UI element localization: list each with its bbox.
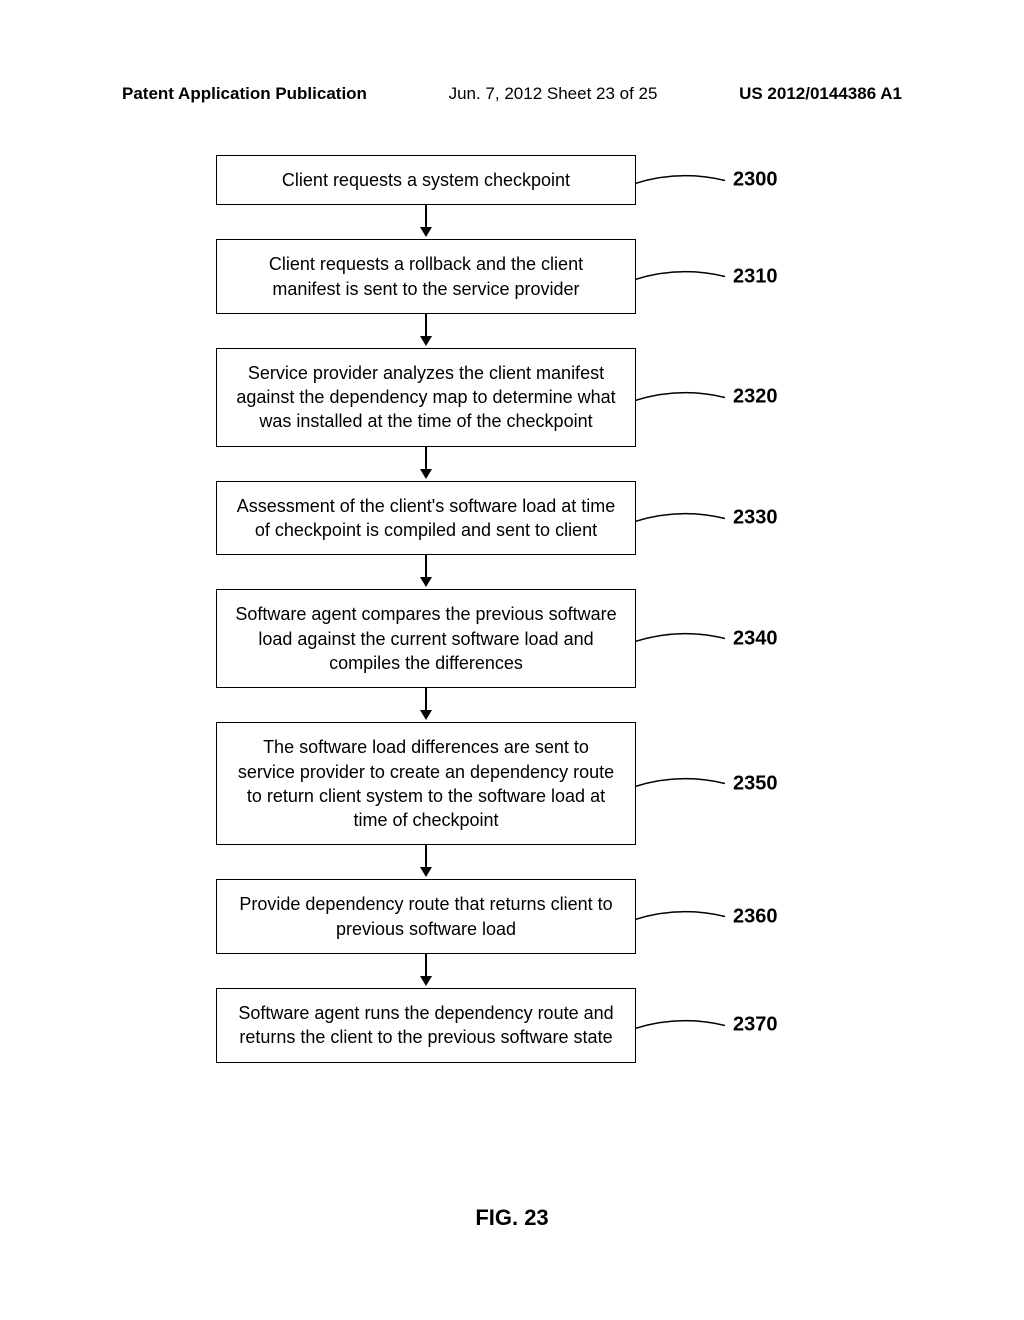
flow-step-2330: Assessment of the client's software load… [216, 481, 636, 556]
flow-step-2300: Client requests a system checkpoint 2300 [216, 155, 636, 205]
ref-leader-2370: 2370 [635, 1012, 778, 1039]
header-date-sheet: Jun. 7, 2012 Sheet 23 of 25 [449, 84, 658, 104]
ref-leader-2340: 2340 [635, 625, 778, 652]
flow-step-2340: Software agent compares the previous sof… [216, 589, 636, 688]
flow-step-text: Software agent compares the previous sof… [235, 604, 616, 673]
arrow-down-icon [420, 688, 432, 722]
flow-step-text: Client requests a system checkpoint [282, 170, 570, 190]
flow-step-2310: Client requests a rollback and the clien… [216, 239, 636, 314]
ref-number: 2300 [733, 167, 778, 194]
flow-step-text: Provide dependency route that returns cl… [239, 894, 612, 938]
flow-step-2360: Provide dependency route that returns cl… [216, 879, 636, 954]
leader-line-icon [635, 777, 725, 791]
ref-number: 2360 [733, 903, 778, 930]
arrow-down-icon [420, 447, 432, 481]
ref-number: 2370 [733, 1012, 778, 1039]
flow-step-text: Assessment of the client's software load… [237, 496, 616, 540]
flow-step-2320: Service provider analyzes the client man… [216, 348, 636, 447]
ref-leader-2350: 2350 [635, 770, 778, 797]
header-publication: Patent Application Publication [122, 84, 367, 104]
flow-step-2370: Software agent runs the dependency route… [216, 988, 636, 1063]
flow-step-text: Service provider analyzes the client man… [236, 363, 615, 432]
ref-number: 2330 [733, 505, 778, 532]
ref-number: 2350 [733, 770, 778, 797]
flow-step-text: The software load differences are sent t… [238, 737, 614, 830]
flow-step-text: Client requests a rollback and the clien… [269, 254, 583, 298]
leader-line-icon [635, 910, 725, 924]
flow-step-2350: The software load differences are sent t… [216, 722, 636, 845]
ref-leader-2360: 2360 [635, 903, 778, 930]
leader-line-icon [635, 632, 725, 646]
ref-leader-2300: 2300 [635, 167, 778, 194]
leader-line-icon [635, 511, 725, 525]
figure-label: FIG. 23 [0, 1205, 1024, 1231]
ref-leader-2310: 2310 [635, 263, 778, 290]
arrow-down-icon [420, 314, 432, 348]
arrow-down-icon [420, 845, 432, 879]
arrow-down-icon [420, 954, 432, 988]
leader-line-icon [635, 1018, 725, 1032]
ref-number: 2310 [733, 263, 778, 290]
page-header: Patent Application Publication Jun. 7, 2… [122, 84, 902, 104]
flow-step-text: Software agent runs the dependency route… [238, 1003, 613, 1047]
leader-line-icon [635, 390, 725, 404]
flowchart: Client requests a system checkpoint 2300… [206, 155, 646, 1063]
arrow-down-icon [420, 205, 432, 239]
header-patent-number: US 2012/0144386 A1 [739, 84, 902, 104]
leader-line-icon [635, 270, 725, 284]
ref-leader-2330: 2330 [635, 505, 778, 532]
ref-number: 2320 [733, 384, 778, 411]
ref-number: 2340 [733, 625, 778, 652]
ref-leader-2320: 2320 [635, 384, 778, 411]
leader-line-icon [635, 173, 725, 187]
arrow-down-icon [420, 555, 432, 589]
